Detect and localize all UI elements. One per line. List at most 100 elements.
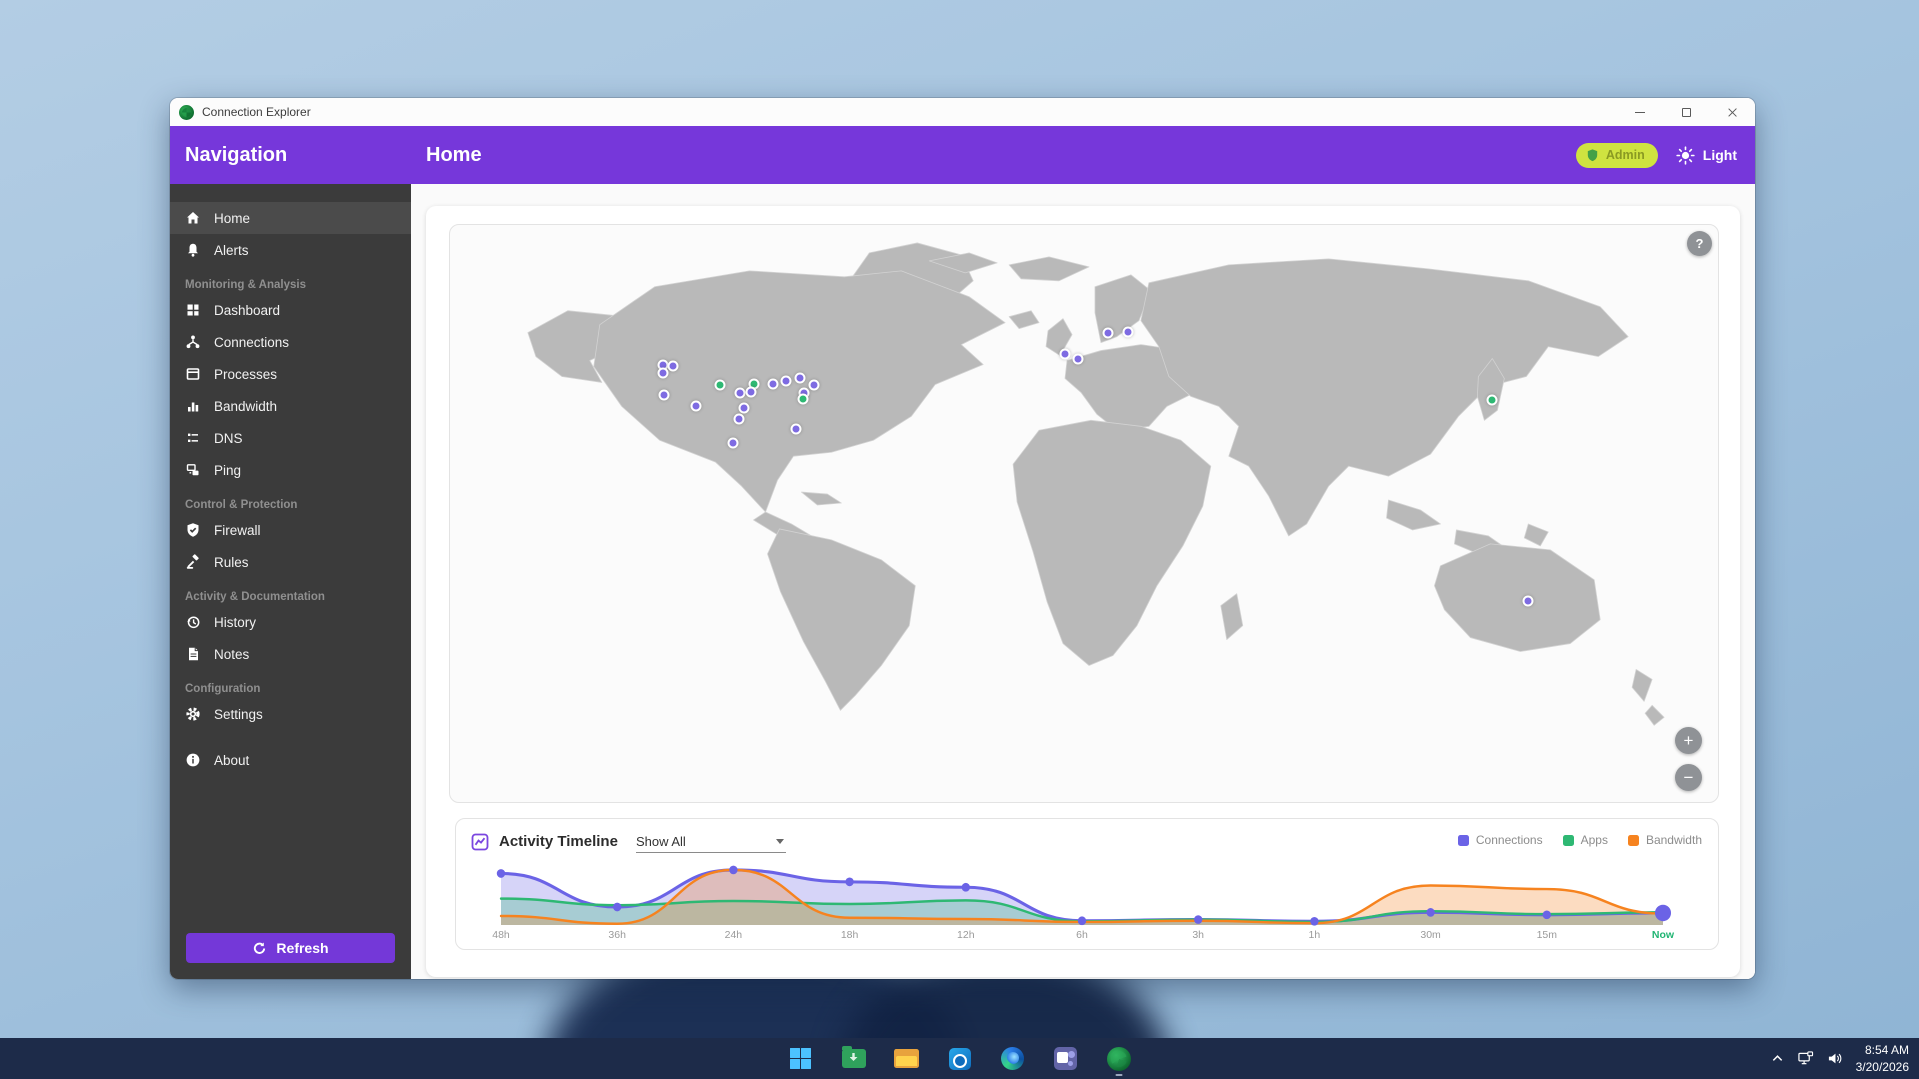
taskbar-item-outlook[interactable] xyxy=(940,1038,980,1079)
map-marker-purple[interactable] xyxy=(794,372,806,384)
map-marker-green[interactable] xyxy=(1486,394,1498,406)
map-zoom-in-button[interactable]: + xyxy=(1675,727,1702,754)
network-icon xyxy=(186,335,200,349)
admin-badge: Admin xyxy=(1575,142,1658,168)
timeline-filter-select[interactable]: Show All xyxy=(635,830,786,853)
timeline-x-axis: 48h 36h 24h 18h 12h 6h 3h 1h 30m 15m Now xyxy=(492,929,1674,943)
cast-icon[interactable] xyxy=(1797,1051,1814,1066)
map-marker-purple[interactable] xyxy=(1102,327,1114,339)
app-window: Connection Explorer Navigation Home Admi… xyxy=(170,98,1755,979)
legend-item: Apps xyxy=(1562,833,1608,847)
gavel-icon xyxy=(186,554,199,569)
map-marker-purple[interactable] xyxy=(1072,353,1084,365)
sidebar-item-label: Settings xyxy=(214,706,263,722)
map-marker-purple[interactable] xyxy=(690,400,702,412)
theme-toggle-label: Light xyxy=(1702,147,1737,163)
sidebar-item-bandwidth[interactable]: Bandwidth xyxy=(170,390,411,422)
sidebar-item-label: Home xyxy=(214,210,251,226)
map-marker-purple[interactable] xyxy=(808,379,820,391)
windows-logo-icon xyxy=(789,1047,812,1070)
taskbar-item-file-explorer[interactable] xyxy=(887,1038,927,1079)
content-card: ? + − Activity Timeline Show All Connect… xyxy=(426,206,1740,977)
sidebar-item-label: Alerts xyxy=(214,242,249,258)
map-zoom-out-button[interactable]: − xyxy=(1675,764,1702,791)
map-marker-purple[interactable] xyxy=(1522,595,1534,607)
map-marker-purple[interactable] xyxy=(658,389,670,401)
close-button[interactable] xyxy=(1709,98,1755,126)
map-marker-purple[interactable] xyxy=(1059,348,1071,360)
sidebar-item-home[interactable]: Home xyxy=(170,202,411,234)
volume-icon[interactable] xyxy=(1827,1051,1843,1066)
legend-label: Bandwidth xyxy=(1645,833,1702,847)
sidebar-item-dashboard[interactable]: Dashboard xyxy=(170,294,411,326)
map-marker-green[interactable] xyxy=(797,393,808,405)
timeline-x-label: 1h xyxy=(1308,929,1321,941)
map-marker-purple[interactable] xyxy=(738,402,750,414)
chevron-down-icon xyxy=(775,838,784,844)
timeline-x-label: 12h xyxy=(957,929,975,941)
outlook-icon xyxy=(948,1047,971,1070)
taskbar-item-edge[interactable] xyxy=(993,1038,1033,1079)
legend-item: Bandwidth xyxy=(1627,833,1702,847)
sidebar-item-about[interactable]: About xyxy=(170,744,411,776)
devices-icon xyxy=(186,464,199,476)
sidebar-item-rules[interactable]: Rules xyxy=(170,546,411,578)
sidebar-item-dns[interactable]: DNS xyxy=(170,422,411,454)
start-button[interactable] xyxy=(781,1038,821,1079)
timeline-x-label: 15m xyxy=(1536,929,1558,941)
sidebar-item-label: Ping xyxy=(214,462,242,478)
map-marker-purple[interactable] xyxy=(745,386,757,398)
close-icon xyxy=(1727,107,1738,118)
sidebar-item-ping[interactable]: Ping xyxy=(170,454,411,486)
sidebar-section-config: Configuration xyxy=(185,683,261,695)
sidebar-item-connections[interactable]: Connections xyxy=(170,326,411,358)
tray-chevron-up-icon[interactable] xyxy=(1771,1052,1784,1065)
timeline-chart xyxy=(496,861,1672,927)
sidebar-item-notes[interactable]: Notes xyxy=(170,638,411,670)
shield-icon xyxy=(1587,148,1598,161)
sidebar-item-label: Dashboard xyxy=(214,302,281,318)
sidebar-section-control: Control & Protection xyxy=(185,499,298,511)
bell-icon xyxy=(188,243,198,257)
maximize-icon xyxy=(1681,107,1691,117)
map-marker-purple[interactable] xyxy=(780,375,792,387)
taskbar-item-downloads-folder[interactable] xyxy=(834,1038,874,1079)
timeline-legend: Connections Apps Bandwidth xyxy=(1457,833,1702,847)
map-marker-purple[interactable] xyxy=(1122,326,1134,338)
sidebar-item-firewall[interactable]: Firewall xyxy=(170,514,411,546)
maximize-button[interactable] xyxy=(1663,98,1709,126)
sun-icon xyxy=(1676,145,1695,165)
theme-toggle[interactable]: Light xyxy=(1676,145,1737,165)
sidebar-item-label: Processes xyxy=(214,366,278,382)
desktop: Connection Explorer Navigation Home Admi… xyxy=(0,0,1919,1079)
taskbar-item-connection-explorer[interactable] xyxy=(1099,1038,1139,1079)
sidebar-item-label: DNS xyxy=(214,430,243,446)
map-marker-purple[interactable] xyxy=(767,378,779,390)
sidebar-item-processes[interactable]: Processes xyxy=(170,358,411,390)
bar-chart-icon xyxy=(188,402,199,412)
map-marker-purple[interactable] xyxy=(790,423,802,435)
world-map-panel[interactable]: ? + − xyxy=(449,224,1719,803)
sidebar-item-settings[interactable]: Settings xyxy=(170,698,411,730)
map-marker-purple[interactable] xyxy=(657,367,669,379)
minimize-button[interactable] xyxy=(1617,98,1663,126)
clock-date: 3/20/2026 xyxy=(1855,1059,1909,1074)
timeline-filter-value: Show All xyxy=(635,833,686,849)
globe-icon xyxy=(1106,1046,1131,1071)
map-marker-purple[interactable] xyxy=(667,360,679,372)
map-marker-purple[interactable] xyxy=(727,437,739,449)
map-marker-purple[interactable] xyxy=(733,413,745,425)
help-button[interactable]: ? xyxy=(1687,231,1712,256)
taskbar-item-teams[interactable] xyxy=(1046,1038,1086,1079)
shield-check-icon xyxy=(187,523,199,537)
map-marker-green[interactable] xyxy=(714,379,726,391)
refresh-button[interactable]: Refresh xyxy=(186,933,395,963)
taskbar-clock[interactable]: 8:54 AM 3/20/2026 xyxy=(1856,1042,1909,1074)
clock-time: 8:54 AM xyxy=(1864,1043,1909,1058)
sidebar-item-history[interactable]: History xyxy=(170,606,411,638)
sidebar-item-alerts[interactable]: Alerts xyxy=(170,234,411,266)
timeline-x-label: 3h xyxy=(1192,929,1205,941)
minimize-icon xyxy=(1635,111,1645,113)
sidebar-section-activity: Activity & Documentation xyxy=(185,591,325,603)
dashboard-icon xyxy=(187,304,199,316)
